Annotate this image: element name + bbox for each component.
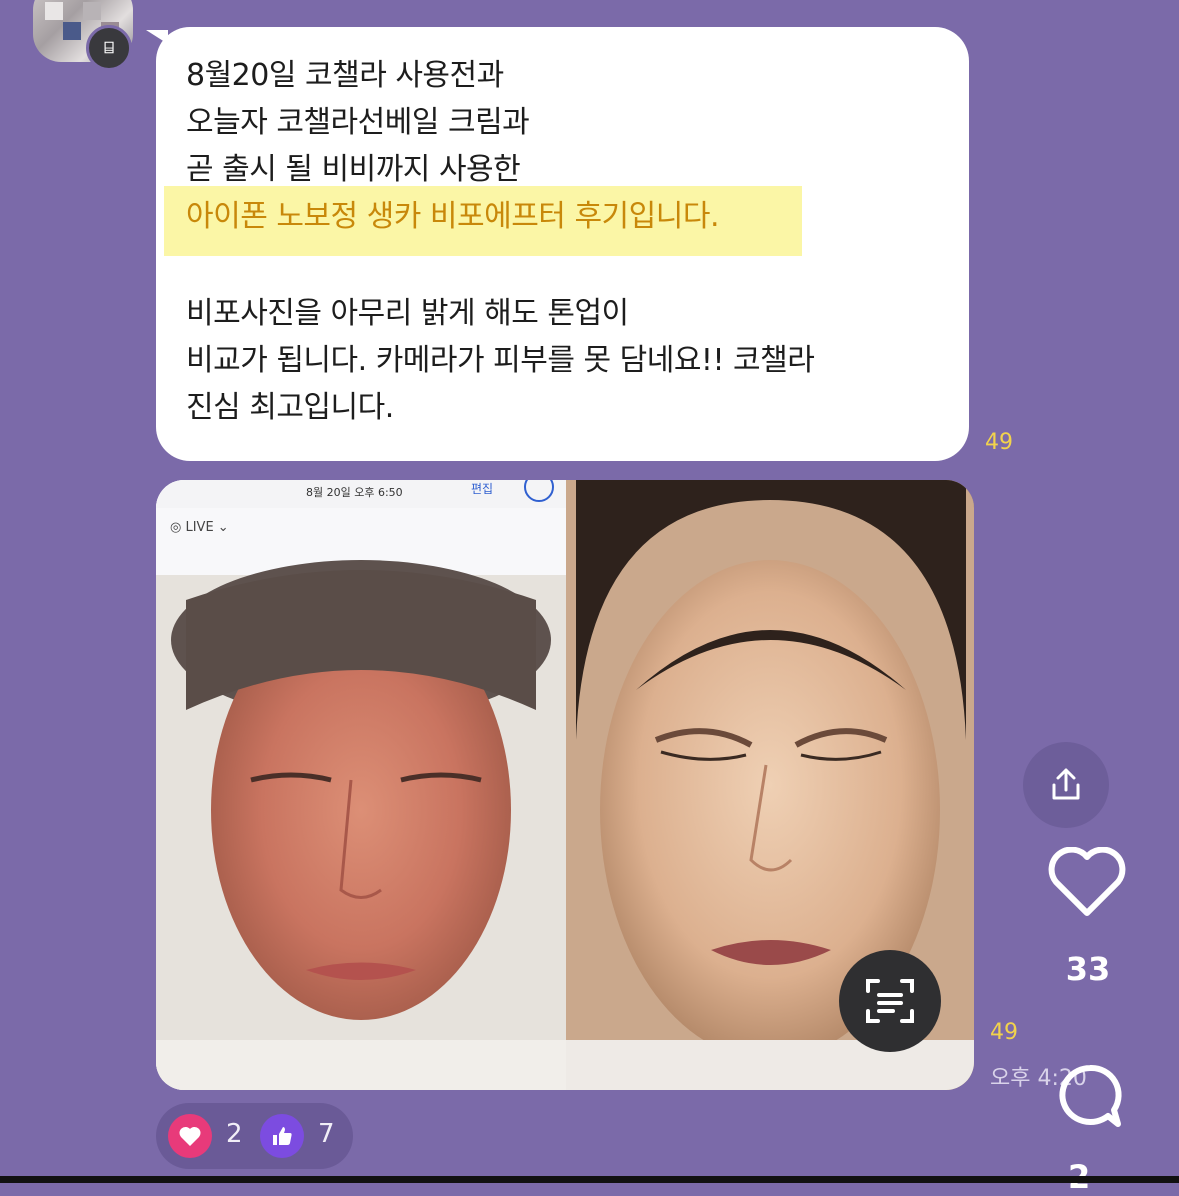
thumbs-up-count: 7: [318, 1119, 335, 1149]
reaction-bar[interactable]: 2 7: [156, 1103, 353, 1169]
message-line: 비포사진을 아무리 밝게 해도 톤업이: [186, 296, 629, 331]
message-text: 8월20일 코챌라 사용전과 오늘자 코챌라선베일 크림과 곧 출시 될 비비까…: [186, 52, 956, 431]
bottom-edge: [0, 1176, 1179, 1183]
before-face-image: [156, 560, 566, 1090]
comment-icon: [1059, 1064, 1122, 1127]
avatar-pixel: [83, 2, 101, 20]
heart-icon: [1048, 847, 1126, 916]
text-scan-button[interactable]: [839, 950, 941, 1052]
share-icon: [1052, 768, 1080, 800]
thumbs-up-icon[interactable]: [260, 1114, 304, 1158]
profile-badge-icon: ⌸: [86, 25, 132, 71]
message-line: 오늘자 코챌라선베일 크림과: [186, 105, 530, 140]
message-line-highlighted: 아이폰 노보정 생카 비포에프터 후기입니다.: [186, 199, 719, 234]
message-line: 곧 출시 될 비비까지 사용한: [186, 152, 521, 187]
heart-reaction-count: 2: [226, 1119, 243, 1149]
avatar-pixel: [45, 2, 63, 20]
like-count: 33: [1065, 950, 1111, 988]
before-photo: 8월 20일 오후 6:50 편집 ◎ LIVE ⌄: [156, 480, 566, 1090]
message-line: 비교가 됩니다. 카메라가 피부를 못 담네요!! 코챌라: [186, 343, 815, 378]
like-button[interactable]: [1045, 845, 1129, 921]
heart-reaction-icon[interactable]: [168, 1114, 212, 1158]
text-scan-icon: [866, 979, 914, 1023]
photo-unread-count: 49: [990, 1020, 1018, 1045]
avatar-pixel: [63, 22, 81, 40]
message-line: 8월20일 코챌라 사용전과: [186, 58, 504, 93]
comment-button[interactable]: [1052, 1060, 1128, 1132]
unread-count: 49: [985, 430, 1013, 455]
message-line: 진심 최고입니다.: [186, 390, 394, 425]
share-button[interactable]: [1023, 742, 1109, 828]
photo-message[interactable]: 8월 20일 오후 6:50 편집 ◎ LIVE ⌄: [156, 480, 974, 1090]
